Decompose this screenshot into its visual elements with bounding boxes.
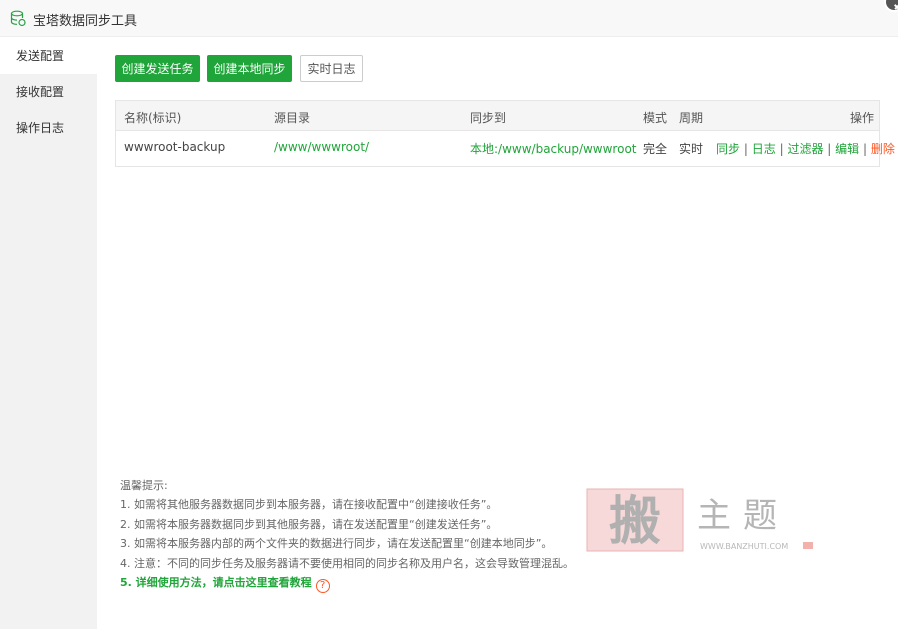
log-link[interactable]: 日志 [752,142,776,156]
header-mode: 模式 [643,111,668,125]
window-title: 宝塔数据同步工具 [33,14,138,29]
realtime-log-button[interactable]: 实时日志 [300,55,363,82]
row-mode: 完全 [643,142,668,156]
sidebar-item-send-config[interactable]: 发送配置 [0,38,97,74]
separator: | [779,142,784,156]
tip-line-4: 4. 注意：不同的同步任务及服务器请不要使用相同的同步名称及用户名，这会导致管理… [120,556,574,570]
create-send-task-button[interactable]: 创建发送任务 [115,55,200,82]
watermark-url: WWW.BANZHUTI.COM [700,542,788,551]
row-period: 实时 [679,142,704,156]
sidebar-item-receive-config[interactable]: 接收配置 [0,74,97,110]
header-target: 同步到 [470,111,507,125]
sync-link[interactable]: 同步 [716,142,740,156]
header-name: 名称(标识) [124,111,182,125]
help-icon[interactable]: ? [315,579,330,594]
title-bar: 宝塔数据同步工具 [0,0,898,37]
watermark-logo: 搬 主题 WWW.BANZHUTI.COM [586,488,813,552]
tutorial-link[interactable]: 详细使用方法，请点击这里查看教程 [136,576,312,589]
delete-link[interactable]: 删除 [871,142,895,156]
separator: | [827,142,832,156]
create-local-sync-button[interactable]: 创建本地同步 [207,55,292,82]
separator: | [863,142,868,156]
row-target-link[interactable]: 本地:/www/backup/wwwroot [470,140,637,157]
tip-line-3: 3. 如需将本服务器内部的两个文件夹的数据进行同步，请在发送配置里“创建本地同步… [120,537,553,551]
sidebar: 发送配置 接收配置 操作日志 [0,38,97,629]
tips-panel: 温馨提示: 1. 如需将其他服务器数据同步到本服务器，请在接收配置中“创建接收任… [120,476,574,594]
row-actions: 同步 | 日志 | 过滤器 | 编辑 | 删除 [716,140,895,157]
header-period: 周期 [679,111,704,125]
row-source-link[interactable]: /www/wwwroot/ [274,140,369,154]
header-source: 源目录 [274,111,311,125]
tips-heading: 温馨提示: [120,479,168,492]
sidebar-item-operation-log[interactable]: 操作日志 [0,110,97,146]
header-actions: 操作 [850,111,875,125]
close-icon[interactable] [884,0,898,12]
separator: | [743,142,748,156]
tip-line-2: 2. 如需将本服务器数据同步到其他服务器，请在发送配置里“创建发送任务”。 [120,517,498,531]
watermark-text: 主题 [697,496,789,536]
edit-link[interactable]: 编辑 [835,142,859,156]
sync-task-table: 名称(标识) 源目录 同步到 模式 周期 操作 wwwroot-backup /… [115,100,895,167]
watermark-big-char: 搬 [609,491,661,552]
row-name: wwwroot-backup [124,140,226,154]
filter-link[interactable]: 过滤器 [787,142,823,156]
table-header: 名称(标识) 源目录 同步到 模式 周期 操作 [116,101,879,131]
tip-line-5: 5. 详细使用方法，请点击这里查看教程? [120,573,574,594]
database-sync-icon [10,10,26,27]
tip-link-prefix: 5. [120,576,136,590]
tip-line-1: 1. 如需将其他服务器数据同步到本服务器，请在接收配置中“创建接收任务”。 [120,498,498,512]
